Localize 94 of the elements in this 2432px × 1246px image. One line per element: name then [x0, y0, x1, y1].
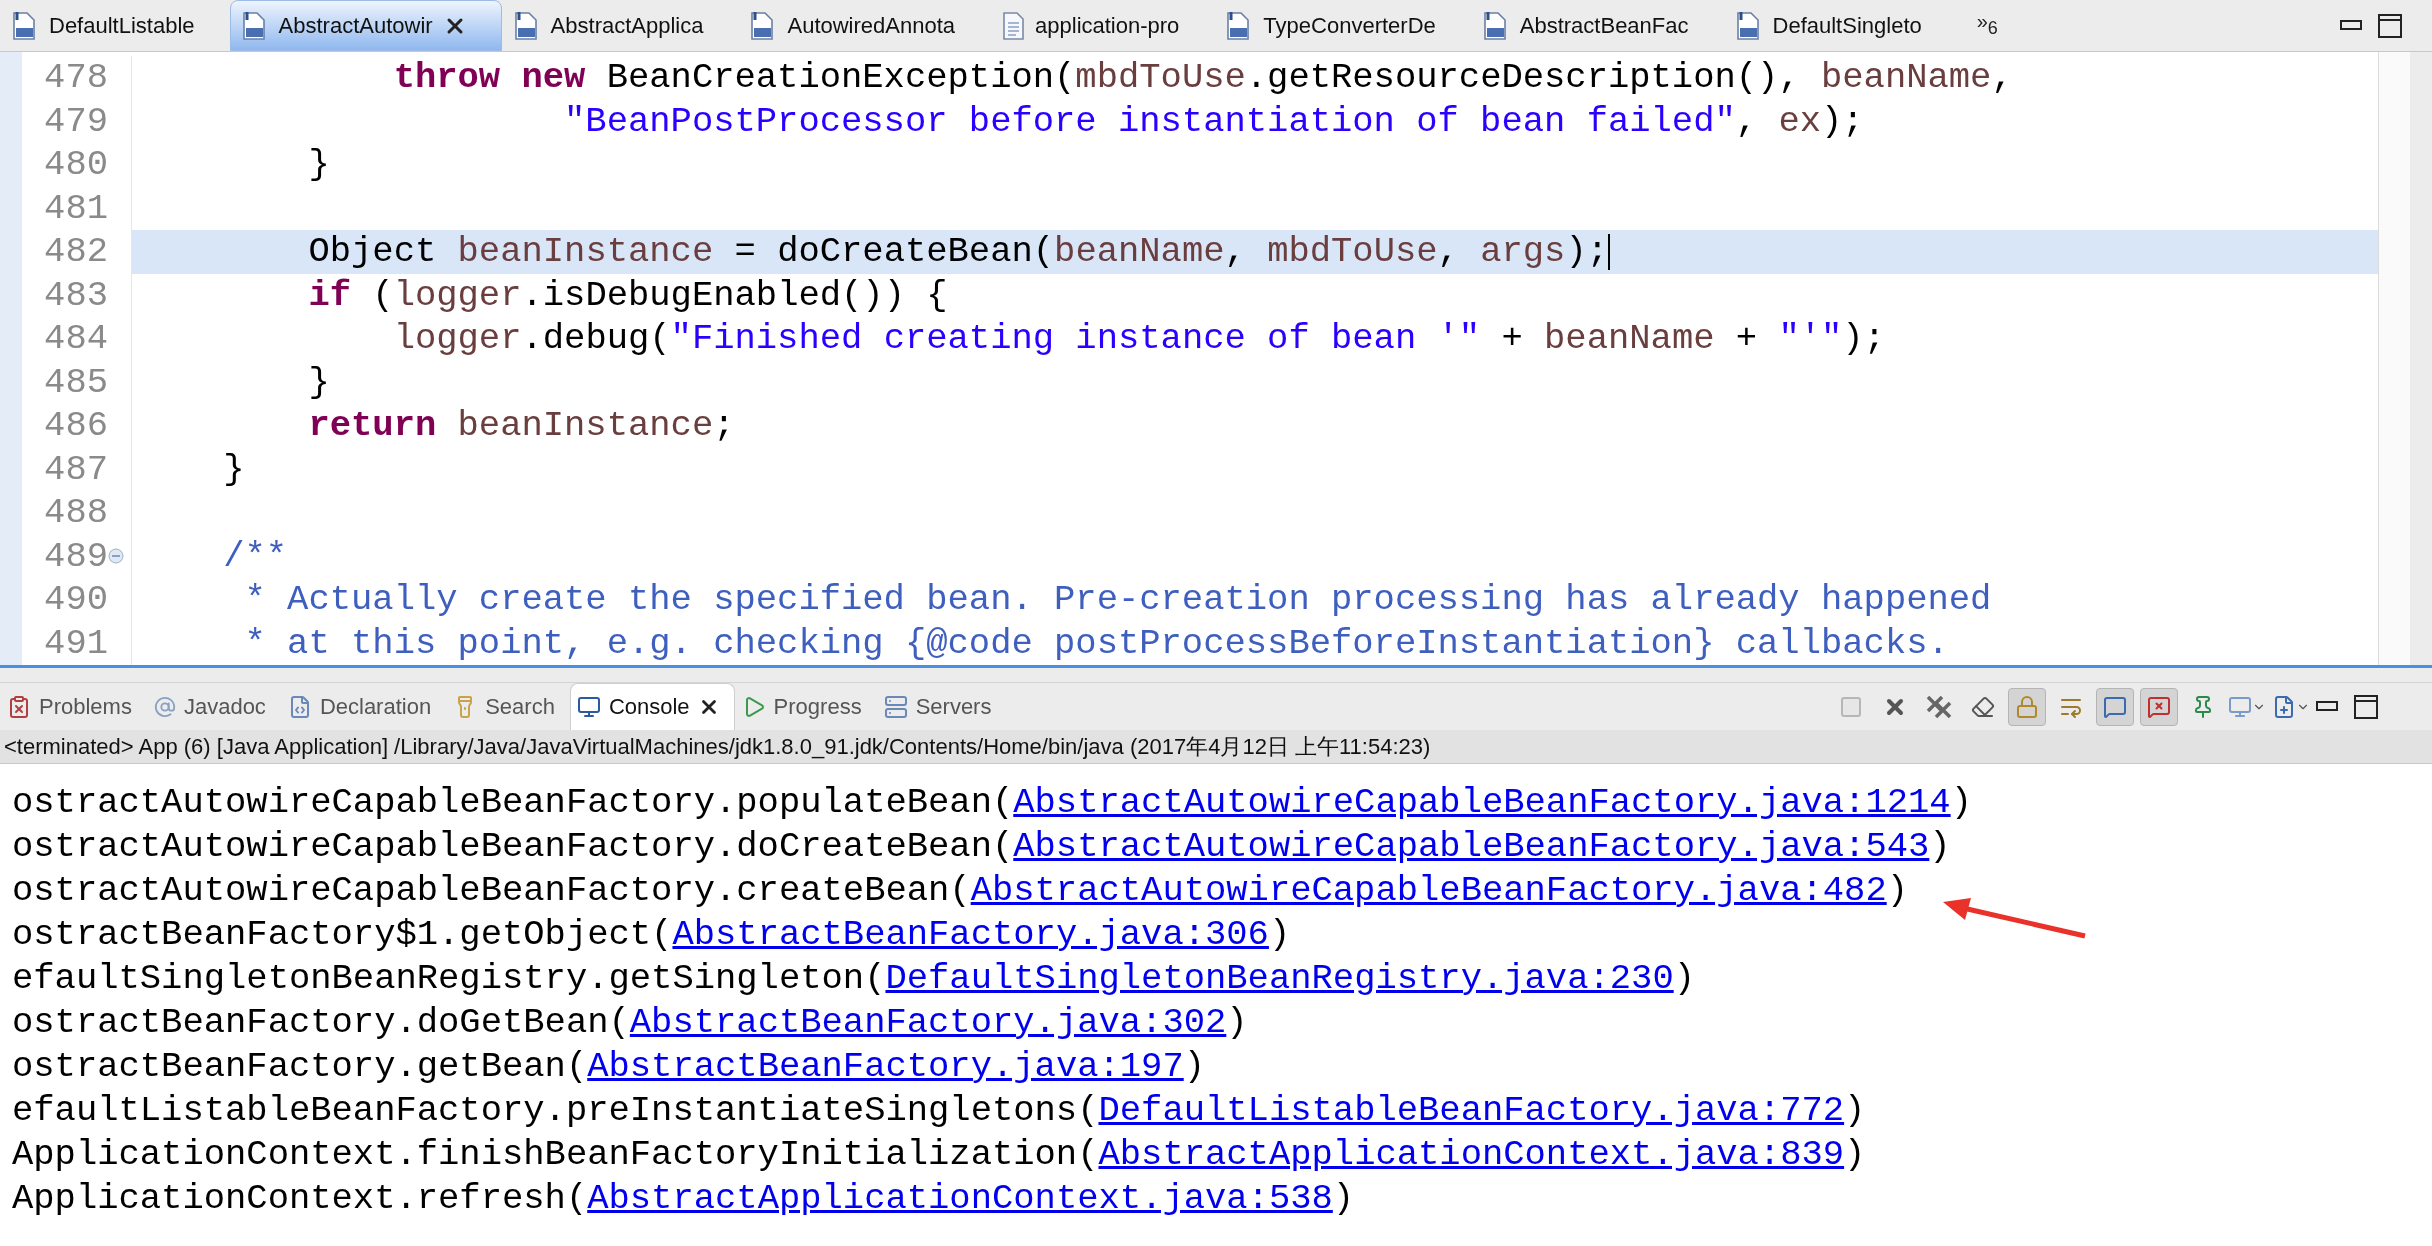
line-number: 478: [43, 57, 108, 99]
source-link[interactable]: AbstractApplicationContext.java:839: [1098, 1133, 1845, 1175]
message-icon: [2103, 694, 2127, 719]
stack-frame-text: ): [1226, 1001, 1248, 1043]
line-number: 480: [43, 144, 108, 186]
text-cursor: [1608, 233, 1610, 270]
line-number: 490: [43, 579, 108, 621]
maximize-icon[interactable]: [2378, 13, 2402, 38]
line-number: 485: [43, 361, 108, 403]
line-number: 486: [43, 405, 108, 447]
editor-tab[interactable]: DefaultSingleto: [1723, 0, 1957, 51]
lock-icon: [2015, 694, 2039, 719]
stack-frame-text: ostractBeanFactory$1.getObject(: [12, 913, 673, 955]
servers-icon: [883, 695, 908, 719]
code-line: logger.debug("Finished creating instance of bean '" + beanName + "'");: [392, 318, 1885, 360]
line-number: 481: [43, 187, 108, 229]
editor-tab[interactable]: AbstractApplica: [501, 0, 739, 51]
stack-frame-text: ): [1950, 781, 1972, 823]
stack-frame-text: ): [1844, 1133, 1866, 1175]
code-line: }: [307, 361, 330, 403]
code-line: throw new BeanCreationException(mbdToUse.getResourceDescription(), beanName,: [392, 57, 2013, 99]
source-link[interactable]: AbstractBeanFactory.java:197: [587, 1045, 1184, 1087]
stack-frame-text: ostractAutowireCapableBeanFactory.populateBean(: [12, 781, 1014, 823]
stack-frame-text: ostractBeanFactory.getBean(: [12, 1045, 588, 1087]
line-number: 491: [43, 622, 108, 664]
view-tab[interactable]: Progress: [734, 683, 877, 730]
code-line: }: [222, 448, 245, 490]
code-line: "BeanPostProcessor before instantiation of bean failed", ex);: [563, 100, 1864, 142]
source-link[interactable]: DefaultListableBeanFactory.java:772: [1098, 1089, 1845, 1131]
line-number: 479: [43, 100, 108, 142]
source-link[interactable]: AbstractBeanFactory.java:306: [672, 913, 1269, 955]
stack-frame-text: ): [1268, 913, 1291, 955]
double-x-icon: [1925, 693, 1953, 720]
view-tab[interactable]: Problems: [0, 683, 147, 730]
line-number: 488: [43, 492, 108, 534]
code-line: Object beanInstance = doCreateBean(beanName, mbdToUse, args);: [307, 231, 1608, 273]
minimize-icon[interactable]: [2316, 700, 2338, 713]
comment-line: * Actually create the specified bean. Pre-creation processing has already happened: [243, 579, 1992, 621]
line-number: 482: [43, 231, 108, 273]
stack-frame-text: ): [1673, 957, 1695, 999]
eraser-icon: [1971, 694, 1995, 719]
collapse-icon[interactable]: [108, 548, 124, 565]
toolbar-button[interactable]: [2008, 687, 2046, 726]
editor-tab[interactable]: AutowiredAnnota: [738, 0, 991, 51]
stack-frame-text: ): [1886, 869, 1909, 911]
comment-line: /**: [222, 535, 288, 577]
stack-frame-text: ostractAutowireCapableBeanFactory.createBean(: [12, 869, 971, 911]
line-number: 483: [43, 274, 108, 316]
maximize-icon[interactable]: [2354, 694, 2378, 719]
stack-frame-text: ): [1332, 1177, 1355, 1219]
console-icon: [576, 695, 601, 719]
source-link[interactable]: AbstractApplicationContext.java:538: [587, 1177, 1333, 1219]
document-icon: [1001, 10, 1026, 41]
line-number: 484: [43, 318, 108, 360]
editor-tab[interactable]: application-pro: [990, 0, 1215, 51]
stack-frame-text: efaultSingletonBeanRegistry.getSingleton(: [12, 957, 886, 999]
editor-tab[interactable]: DefaultListable: [0, 0, 230, 51]
comment-line: * at this point, e.g. checking {@code postProcessBeforeInstantiation} callbacks.: [243, 622, 1949, 664]
stop-icon: [1839, 694, 1863, 719]
stack-frame-text: ): [1844, 1089, 1866, 1131]
new-console-icon: [2272, 694, 2296, 719]
editor-tab[interactable]: TypeConverterDe: [1214, 0, 1471, 51]
stack-frame-text: ): [1183, 1045, 1205, 1087]
monitor-icon: [2228, 694, 2252, 719]
stack-frame-text: ostractBeanFactory.doGetBean(: [12, 1001, 630, 1043]
toolbar-button[interactable]: [2096, 687, 2134, 726]
code-line: }: [307, 144, 330, 186]
line-number: 487: [43, 448, 108, 490]
source-link[interactable]: AbstractBeanFactory.java:302: [629, 1001, 1227, 1043]
at-sign-icon: [153, 696, 176, 718]
view-tab[interactable]: Declaration: [280, 683, 447, 730]
stack-frame-text: efaultListableBeanFactory.preInstantiateSingletons(: [12, 1089, 1099, 1131]
code-line: if (logger.isDebugEnabled()) {: [307, 274, 948, 316]
view-tab[interactable]: Servers: [876, 683, 1007, 730]
line-number: 489: [43, 535, 108, 577]
problems-icon: [7, 695, 31, 719]
toolbar-button[interactable]: [2140, 687, 2178, 726]
source-link[interactable]: DefaultSingletonBeanRegistry.java:230: [885, 957, 1674, 999]
stack-frame-text: ostractAutowireCapableBeanFactory.doCreateBean(: [12, 825, 1014, 867]
editor-tab[interactable]: AbstractBeanFac: [1470, 0, 1724, 51]
source-link[interactable]: AbstractAutowireCapableBeanFactory.java:1214: [1013, 781, 1951, 823]
stack-frame-text: ApplicationContext.finishBeanFactoryInitialization(: [12, 1133, 1099, 1175]
stack-frame-text: ApplicationContext.refresh(: [12, 1177, 588, 1219]
stack-frame-text: ): [1929, 825, 1951, 867]
minimize-icon[interactable]: [2340, 19, 2362, 32]
code-line: return beanInstance;: [307, 405, 735, 447]
source-link[interactable]: AbstractAutowireCapableBeanFactory.java:543: [1013, 825, 1930, 867]
console-header: <terminated> App (6) [Java Application] /Library/Java/JavaVirtualMachines/jdk1.8.0_91.jdk/Contents/Home/bin/java (2017年4月12日 上午11:54:23): [0, 730, 2432, 764]
view-tab[interactable]: Console: [569, 683, 735, 730]
editor-tab[interactable]: AbstractAutowir: [229, 0, 502, 51]
source-link[interactable]: AbstractAutowireCapableBeanFactory.java:482: [970, 869, 1887, 911]
view-tab[interactable]: Javadoc: [146, 683, 281, 730]
message-error-icon: [2147, 694, 2171, 719]
view-tab[interactable]: Search: [446, 683, 570, 730]
